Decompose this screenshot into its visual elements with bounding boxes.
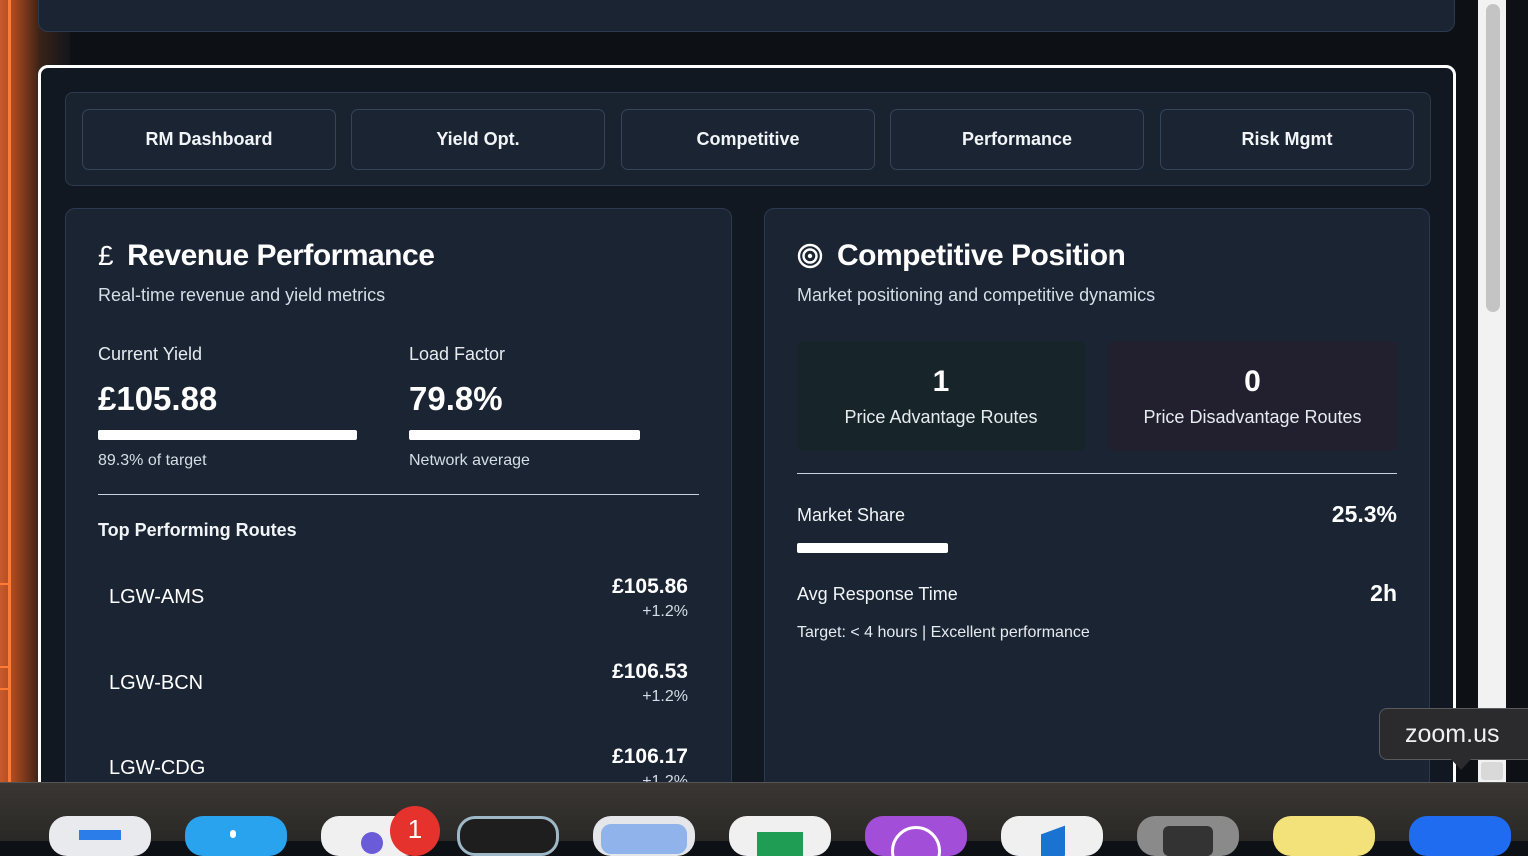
pound-icon: £ xyxy=(98,240,114,271)
response-time-value: 2h xyxy=(1370,580,1397,606)
finder-icon[interactable] xyxy=(49,816,151,856)
price-advantage-stat: 1 Price Advantage Routes xyxy=(797,341,1085,451)
scrollbar-thumb[interactable] xyxy=(1486,4,1500,312)
current-yield-note: 89.3% of target xyxy=(98,452,207,469)
current-yield-label: Current Yield xyxy=(98,344,203,364)
load-factor-label: Load Factor xyxy=(409,344,506,364)
tab-performance[interactable]: Performance xyxy=(890,109,1144,170)
terminal-icon[interactable] xyxy=(457,816,559,856)
market-share-progress-bar xyxy=(797,543,948,553)
price-disadvantage-label: Price Disadvantage Routes xyxy=(1143,407,1362,427)
dashboard-panel: RM Dashboard Yield Opt. Competitive Perf… xyxy=(38,65,1456,805)
revenue-performance-card: £ Revenue Performance Real-time revenue … xyxy=(65,208,732,802)
revenue-card-title: Revenue Performance xyxy=(127,239,435,272)
current-yield-value: £105.88 xyxy=(98,380,218,417)
background-accent-tick xyxy=(0,583,10,585)
revenue-card-header: £ Revenue Performance xyxy=(98,239,435,273)
market-share-value: 25.3% xyxy=(1331,501,1397,527)
zoom-icon[interactable] xyxy=(1409,816,1511,856)
notification-badge: 1 xyxy=(390,806,440,856)
price-advantage-label: Price Advantage Routes xyxy=(844,407,1038,427)
competitive-card-title: Competitive Position xyxy=(837,239,1126,272)
tab-bar: RM Dashboard Yield Opt. Competitive Perf… xyxy=(65,92,1431,186)
divider xyxy=(797,473,1397,474)
load-factor-value: 79.8% xyxy=(409,380,503,417)
outlook-icon[interactable] xyxy=(1001,816,1103,856)
route-price: £106.17 xyxy=(612,745,688,768)
tab-competitive[interactable]: Competitive xyxy=(621,109,875,170)
divider xyxy=(98,494,699,495)
podcasts-icon[interactable] xyxy=(865,816,967,856)
competitive-card-subtitle: Market positioning and competitive dynam… xyxy=(797,285,1156,305)
tab-yield-opt[interactable]: Yield Opt. xyxy=(351,109,605,170)
route-name: LGW-CDG xyxy=(109,757,206,779)
price-disadvantage-stat: 0 Price Disadvantage Routes xyxy=(1108,341,1397,451)
mail-app-icon[interactable] xyxy=(185,816,287,856)
response-target-note: Target: < 4 hours | Excellent performanc… xyxy=(797,624,1090,641)
target-icon xyxy=(797,243,823,269)
tab-rm-dashboard[interactable]: RM Dashboard xyxy=(82,109,336,170)
tooltip-arrow xyxy=(1450,758,1472,770)
price-disadvantage-value: 0 xyxy=(1244,365,1261,398)
load-factor-progress-bar xyxy=(409,430,640,440)
revenue-card-subtitle: Real-time revenue and yield metrics xyxy=(98,285,386,305)
top-routes-title: Top Performing Routes xyxy=(98,520,297,540)
price-advantage-value: 1 xyxy=(932,365,950,398)
route-change: +1.2% xyxy=(642,688,688,705)
scrollbar-end xyxy=(1481,762,1503,780)
response-time-label: Avg Response Time xyxy=(797,584,958,604)
route-name: LGW-BCN xyxy=(109,672,204,694)
load-factor-note: Network average xyxy=(409,452,530,469)
dock-tooltip: zoom.us xyxy=(1379,708,1528,760)
route-change: +1.2% xyxy=(642,603,688,620)
notes-icon[interactable] xyxy=(1273,816,1375,856)
background-accent-tick xyxy=(0,666,10,668)
competitive-card-header: Competitive Position xyxy=(797,239,1126,273)
numbers-icon[interactable] xyxy=(729,816,831,856)
current-yield-progress-bar xyxy=(98,430,357,440)
route-price: £106.53 xyxy=(612,660,688,683)
competitive-position-card: Competitive Position Market positioning … xyxy=(764,208,1430,802)
tab-risk-mgmt[interactable]: Risk Mgmt xyxy=(1160,109,1414,170)
market-share-label: Market Share xyxy=(797,505,906,525)
route-price: £105.86 xyxy=(612,575,688,598)
background-accent-line xyxy=(8,0,11,782)
calculator-icon[interactable] xyxy=(1137,816,1239,856)
route-name: LGW-AMS xyxy=(109,586,205,608)
background-accent-tick xyxy=(0,688,10,690)
previous-section-card xyxy=(38,0,1455,32)
preview-icon[interactable] xyxy=(593,816,695,856)
